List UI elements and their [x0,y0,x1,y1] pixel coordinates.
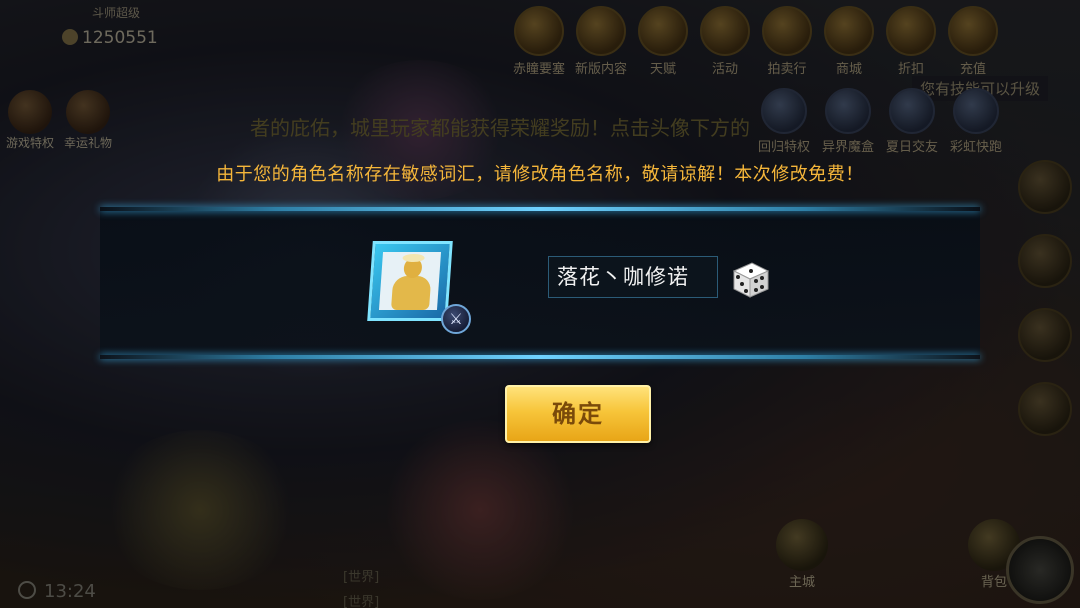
rename-notice: 由于您的角色名称存在敏感词汇，请修改角色名称，敬请谅解！本次修改免费！ [216,164,864,185]
dice-icon[interactable] [728,257,772,301]
character-name-input[interactable]: 落花丶咖修诺 [548,256,718,298]
sword-badge-icon: ⚔ [441,304,471,334]
portrait-avatar [378,252,442,310]
panel-bottom-edge [100,355,980,359]
panel-top-edge [100,207,980,211]
confirm-button[interactable]: 确定 [505,385,651,443]
avatar-hair [402,254,425,262]
rename-panel: ⚔ 落花丶咖修诺 [100,207,980,359]
character-portrait [367,241,453,321]
avatar-body [390,276,432,310]
